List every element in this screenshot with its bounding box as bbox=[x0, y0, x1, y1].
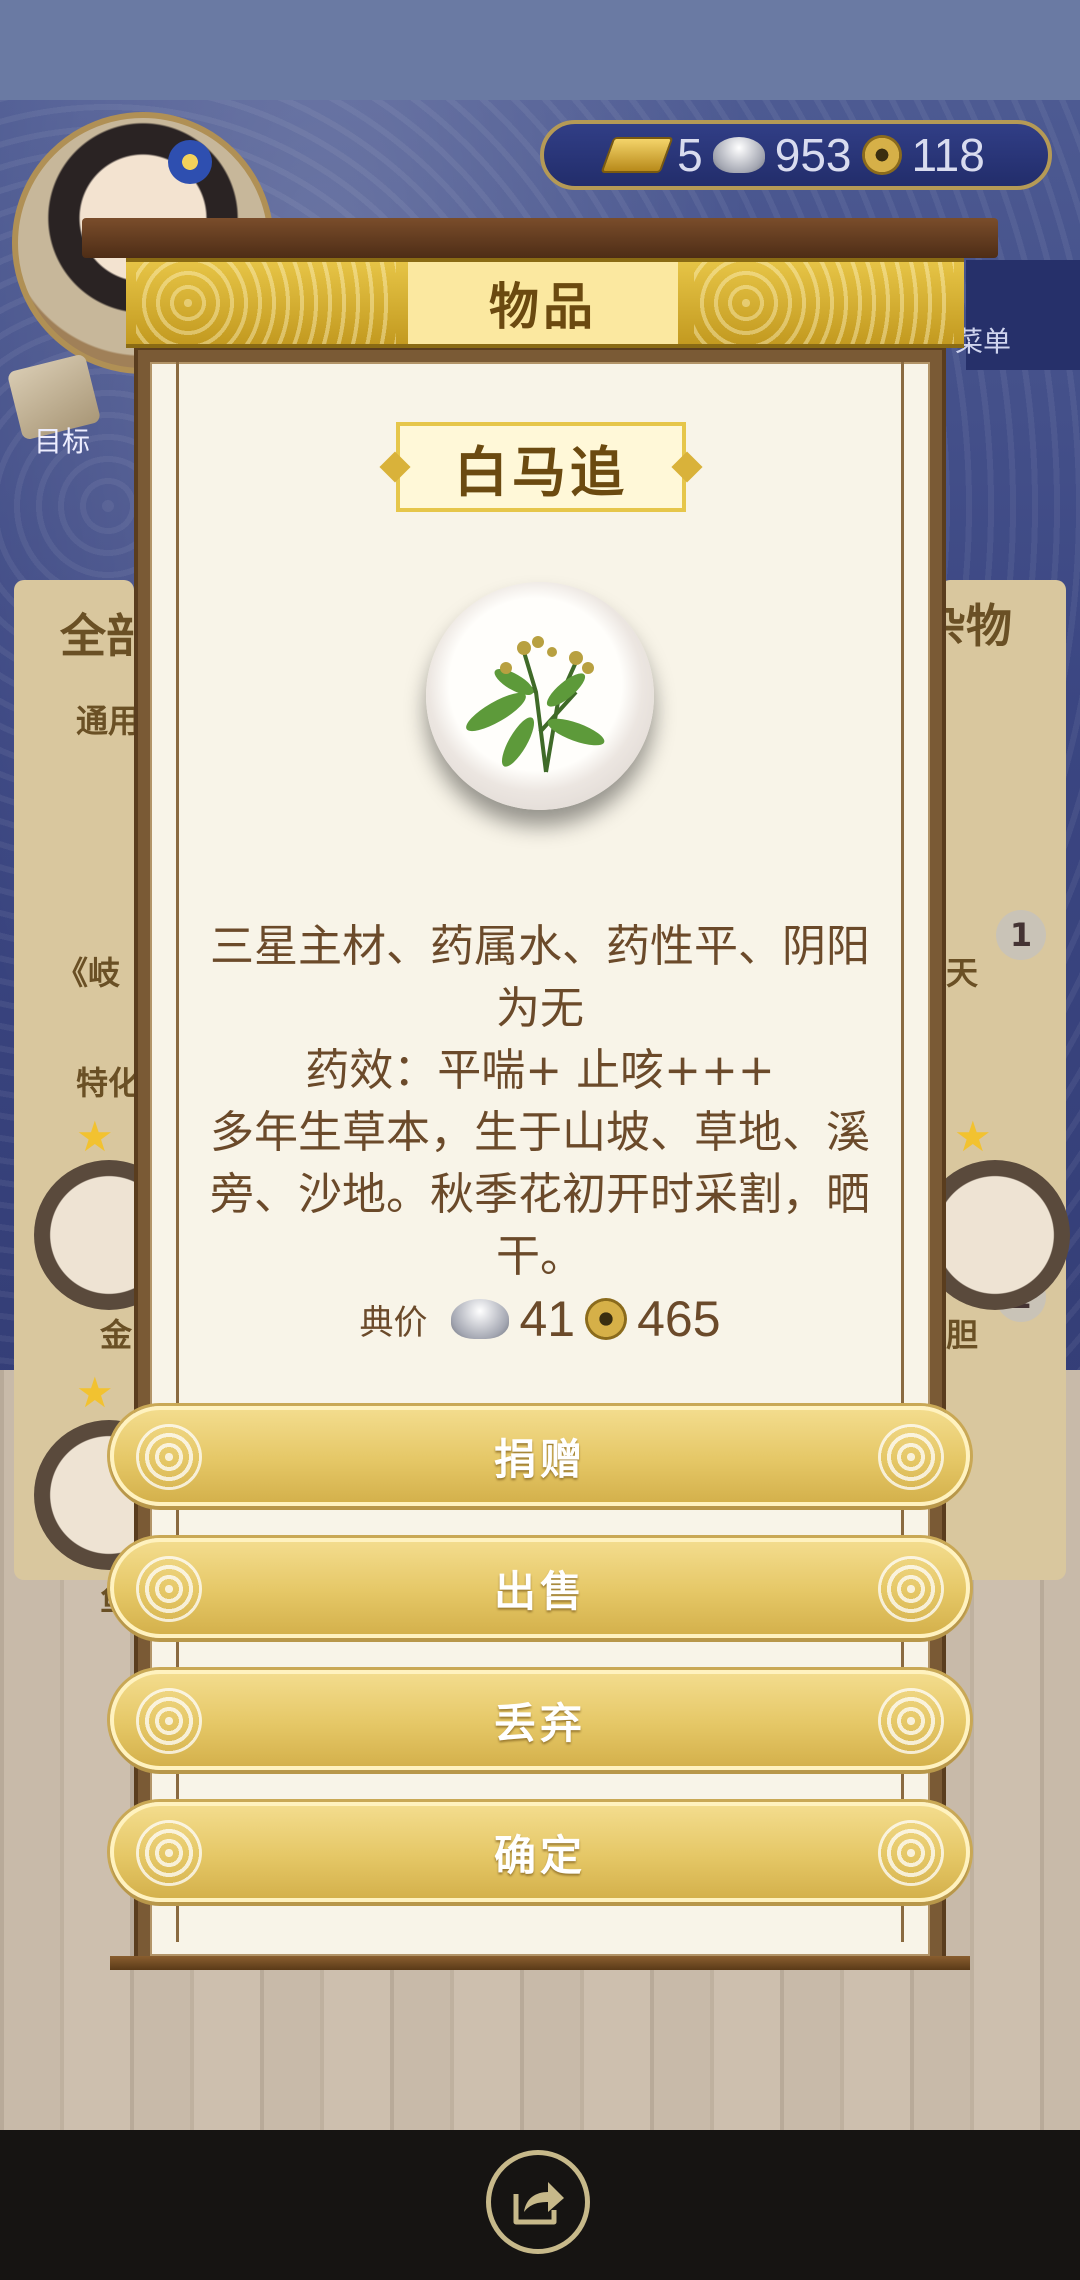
silver-amount: 953 bbox=[774, 129, 852, 181]
confirm-button[interactable]: 确定 bbox=[110, 1802, 970, 1902]
price-coin: 465 bbox=[637, 1291, 721, 1347]
cloud-ornament-icon bbox=[136, 1688, 202, 1754]
price-label: 典价 bbox=[359, 1302, 428, 1343]
copper-coin-icon bbox=[861, 135, 902, 175]
cloud-ornament-icon bbox=[136, 1820, 202, 1886]
cloud-ornament-icon bbox=[878, 1820, 944, 1886]
hair-flower-icon bbox=[168, 140, 212, 184]
section-special: 特化 bbox=[76, 1064, 141, 1102]
dialog-title: 物品 bbox=[489, 278, 597, 336]
cloud-ornament-icon bbox=[878, 1688, 944, 1754]
item-lore: 多年生草本，生于山坡、草地、溪旁、沙地。秋季花初开时采割，晒干。 bbox=[210, 1107, 870, 1282]
sell-button[interactable]: 出售 bbox=[110, 1538, 970, 1638]
item-label-right-2: 胆 bbox=[946, 1316, 979, 1354]
donate-button-label: 捐赠 bbox=[493, 1434, 586, 1484]
item-name-plate: 白马追 bbox=[396, 422, 686, 512]
silver-ingot-icon bbox=[451, 1299, 510, 1339]
scroll-rod-top bbox=[82, 218, 998, 258]
gold-amount: 5 bbox=[677, 129, 703, 181]
cloud-ornament-icon bbox=[136, 1556, 202, 1622]
item-effects: 药效：平喘+ 止咳+++ bbox=[305, 1045, 775, 1096]
coin-amount: 118 bbox=[911, 129, 985, 181]
confirm-button-label: 确定 bbox=[493, 1830, 586, 1880]
cloud-ornament-icon bbox=[878, 1556, 944, 1622]
star-icon: ★ bbox=[954, 1112, 992, 1161]
scroll-rod-bottom bbox=[110, 1956, 970, 1970]
item-label-left-1: 《岐 bbox=[56, 954, 121, 992]
currency-bar: 5 953 118 bbox=[540, 120, 1052, 190]
cloud-ornament-icon bbox=[136, 1424, 202, 1490]
star-icon: ★ bbox=[76, 1112, 114, 1161]
status-bar-area bbox=[0, 0, 1080, 100]
item-label-right-1: 天 bbox=[946, 954, 979, 992]
herb-item-image bbox=[426, 582, 654, 810]
discard-button-label: 丢弃 bbox=[493, 1698, 586, 1748]
knot-ornament-right bbox=[694, 262, 954, 344]
price-silver: 41 bbox=[519, 1291, 576, 1347]
gold-ingot-icon bbox=[600, 137, 674, 173]
share-button[interactable] bbox=[486, 2150, 590, 2254]
share-icon bbox=[513, 2182, 564, 2225]
goal-label: 目标 bbox=[34, 425, 91, 458]
silver-ingot-icon bbox=[712, 137, 765, 173]
item-description: 三星主材、药属水、药性平、阴阳为无 药效：平喘+ 止咳+++ 多年生草本，生于山… bbox=[200, 916, 880, 1288]
herb-icon bbox=[466, 636, 605, 773]
item-count-badge: 1 bbox=[996, 910, 1046, 960]
section-general: 通用 bbox=[76, 702, 141, 740]
item-name: 白马追 bbox=[454, 440, 628, 504]
dialog-title-box: 物品 bbox=[408, 262, 678, 344]
donate-button[interactable]: 捐赠 bbox=[110, 1406, 970, 1506]
discard-button[interactable]: 丢弃 bbox=[110, 1670, 970, 1770]
copper-coin-icon bbox=[585, 1298, 628, 1340]
price-row: 典价 41 465 bbox=[200, 1290, 880, 1348]
knot-ornament-left bbox=[136, 262, 396, 344]
cloud-ornament-icon bbox=[878, 1424, 944, 1490]
item-attributes: 三星主材、药属水、药性平、阴阳为无 bbox=[210, 921, 870, 1034]
star-icon: ★ bbox=[76, 1368, 114, 1417]
sell-button-label: 出售 bbox=[493, 1566, 586, 1616]
item-label-left-2: 金 bbox=[100, 1316, 133, 1354]
